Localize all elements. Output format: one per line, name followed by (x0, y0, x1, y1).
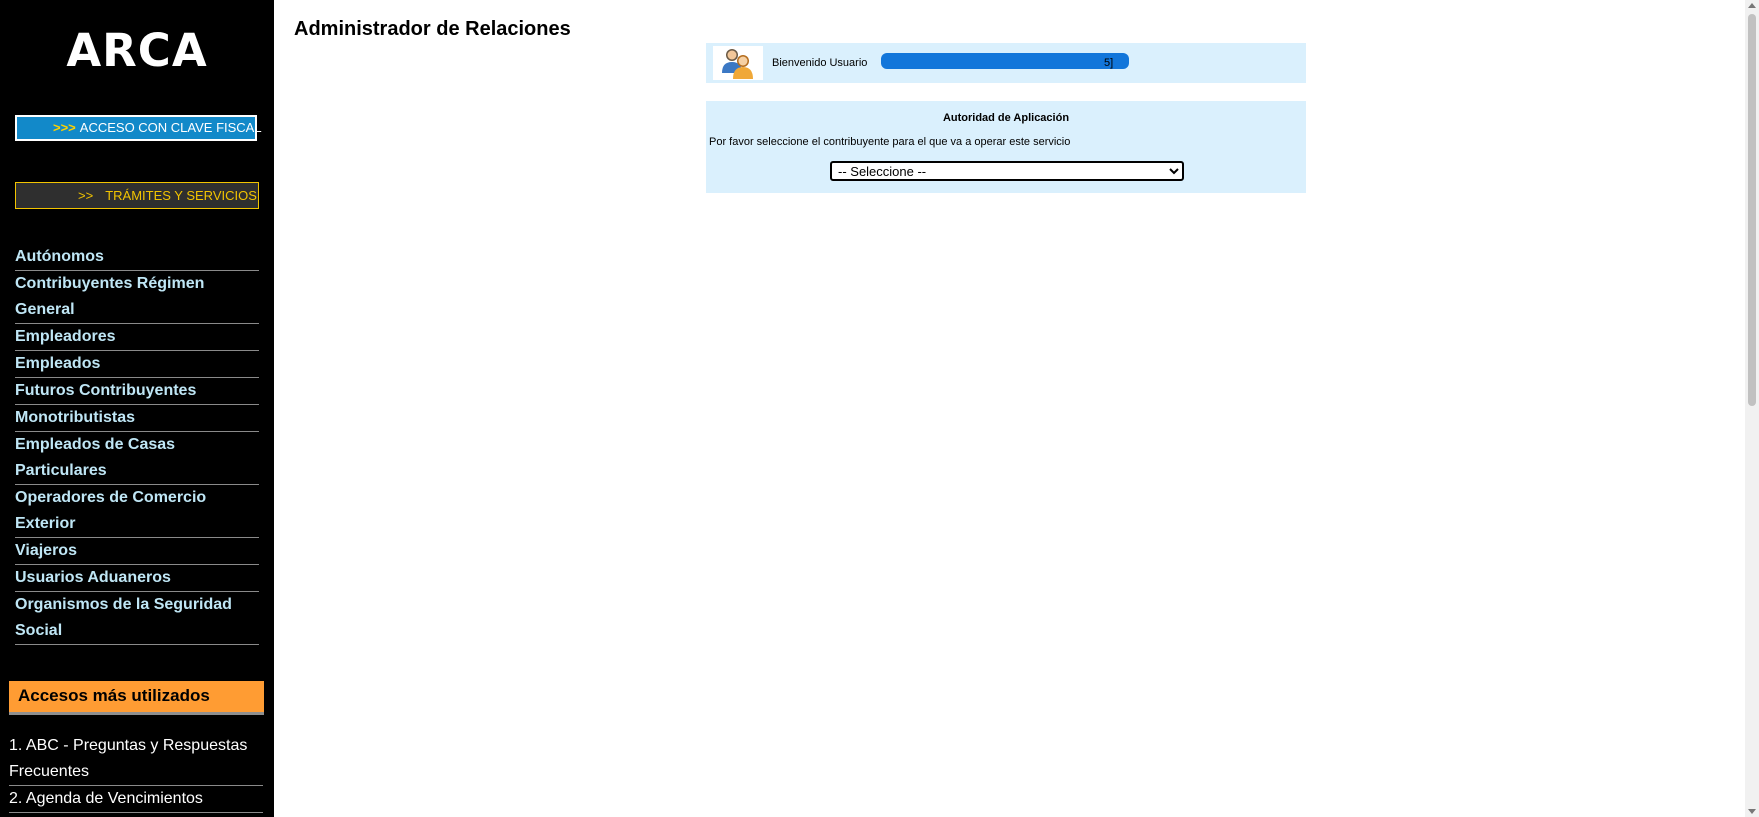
username-suffix: 5] (1104, 57, 1114, 69)
sidebar: ARCA >>> ACCESO CON CLAVE FISCAL >> TRÁMIT… (0, 0, 274, 817)
accesos-list: 1. ABC - Preguntas y Respuestas Frecuent… (9, 733, 263, 813)
tramites-servicios-label: TRÁMITES Y SERVICIOS (105, 188, 257, 203)
scrollbar-thumb[interactable] (1748, 14, 1756, 406)
sidebar-item-empleadores[interactable]: Empleadores (15, 324, 259, 351)
sidebar-nav: Autónomos Contribuyentes Régimen General… (15, 244, 259, 645)
authority-title: Autoridad de Aplicación (942, 112, 1070, 124)
welcome-text: Bienvenido Usuario (772, 57, 868, 69)
main-content: Administrador de Relaciones Bienvenido U… (274, 0, 1759, 817)
sidebar-item-empleados-casas-particulares[interactable]: Empleados de Casas Particulares (15, 432, 259, 485)
sidebar-item-usuarios-aduaneros[interactable]: Usuarios Aduaneros (15, 565, 259, 592)
arrows-icon: >>> (53, 120, 76, 135)
scroll-up-icon[interactable] (1748, 3, 1756, 8)
users-icon (713, 46, 763, 80)
arca-logo[interactable]: ARCA (0, 24, 274, 77)
page-title: Administrador de Relaciones (294, 18, 571, 40)
sidebar-item-contribuyentes-regimen-general[interactable]: Contribuyentes Régimen General (15, 271, 259, 324)
sidebar-item-viajeros[interactable]: Viajeros (15, 538, 259, 565)
accesos-item-agenda[interactable]: 2. Agenda de Vencimientos (9, 786, 263, 813)
redacted-username (881, 53, 1129, 69)
sidebar-item-empleados[interactable]: Empleados (15, 351, 259, 378)
clave-fiscal-label: ACCESO CON CLAVE FISCAL (79, 120, 262, 135)
accesos-item-abc[interactable]: 1. ABC - Preguntas y Respuestas Frecuent… (9, 733, 263, 786)
authority-instruction: Por favor seleccione el contribuyente pa… (709, 136, 1071, 148)
clave-fiscal-button[interactable]: >>> ACCESO CON CLAVE FISCAL (15, 115, 262, 141)
arrows-icon: >> (78, 188, 94, 203)
contribuyente-select[interactable]: -- Seleccione -- (830, 161, 1184, 181)
accesos-header: Accesos más utilizados (9, 681, 264, 715)
page-scrollbar[interactable] (1745, 0, 1759, 817)
sidebar-item-autonomos[interactable]: Autónomos (15, 244, 259, 271)
authority-box: Autoridad de Aplicación Por favor selecc… (706, 101, 1306, 193)
sidebar-item-monotributistas[interactable]: Monotributistas (15, 405, 259, 432)
tramites-servicios-button[interactable]: >> TRÁMITES Y SERVICIOS (15, 182, 259, 209)
scroll-down-icon[interactable] (1748, 809, 1756, 814)
welcome-box: Bienvenido Usuario 5] (706, 43, 1306, 83)
sidebar-item-futuros-contribuyentes[interactable]: Futuros Contribuyentes (15, 378, 259, 405)
sidebar-item-organismos-seguridad-social[interactable]: Organismos de la Seguridad Social (15, 592, 259, 645)
sidebar-item-operadores-comercio-exterior[interactable]: Operadores de Comercio Exterior (15, 485, 259, 538)
